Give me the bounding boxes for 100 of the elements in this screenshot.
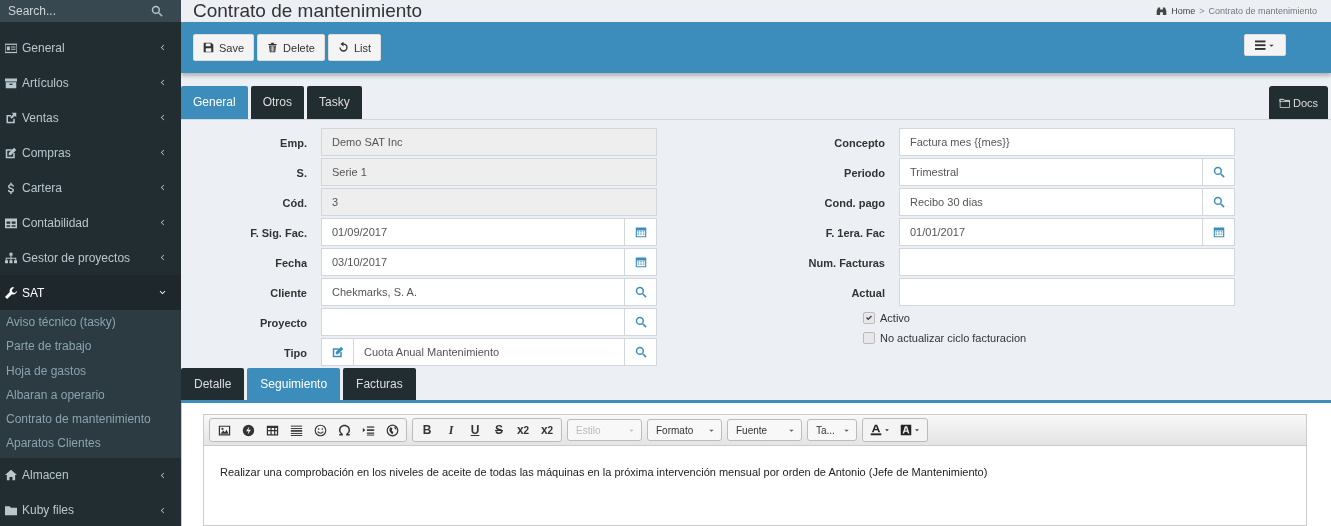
chevron-down-icon [158, 288, 167, 297]
tab[interactable]: Detalle [181, 368, 245, 400]
checkbox[interactable] [863, 332, 875, 344]
submenu-item[interactable]: Parte de trabajo [0, 334, 181, 359]
page-title: Contrato de mantenimiento [193, 0, 424, 22]
sidebar-item[interactable]: Cartera [0, 170, 181, 205]
menu-button[interactable] [1244, 34, 1286, 56]
edit-icon [5, 146, 17, 159]
submenu-item[interactable]: Albaran a operario [0, 382, 181, 408]
sidebar-item[interactable]: Contabilidad [0, 205, 181, 240]
horizontal-lines-icon [289, 423, 303, 437]
docs-button[interactable]: Docs [1268, 86, 1328, 119]
toolbar-button[interactable]: Delete [257, 34, 325, 61]
field-label: Cond. pago [823, 197, 885, 209]
tab[interactable]: Tasky [307, 86, 362, 119]
input-field[interactable] [321, 308, 625, 336]
image-icon [217, 423, 231, 437]
field-label: Num. Facturas [807, 257, 885, 269]
chevron-left-icon [158, 470, 167, 480]
submenu-item[interactable]: Aparatos Clientes [0, 431, 181, 456]
input-field[interactable]: 01/09/2017 [321, 218, 625, 246]
dropdown[interactable]: Fuente [727, 419, 802, 441]
submenu-item[interactable]: Hoja de gastos [0, 358, 181, 383]
input-field[interactable]: Chekmarks, S. A. [321, 278, 625, 306]
toolbar-button[interactable]: Save [193, 34, 255, 61]
readonly-field[interactable]: Demo SAT Inc [321, 128, 657, 156]
field-label: F. 1era. Fac [824, 227, 885, 239]
omega-icon [337, 423, 351, 437]
toolbar-button[interactable]: List [327, 34, 381, 61]
input-field[interactable] [899, 248, 1235, 276]
chevron-left-icon [158, 218, 167, 227]
check-icon [865, 314, 873, 322]
submenu-item[interactable]: Contrato de mantenimiento [0, 407, 181, 432]
archive-icon [5, 76, 17, 89]
table-icon [5, 216, 17, 229]
sidebar-item[interactable]: Artículos [0, 65, 181, 100]
format-button[interactable]: U [463, 420, 487, 440]
field-label: S. [295, 167, 307, 179]
format-button[interactable]: I [439, 420, 463, 440]
background-color-icon [900, 424, 912, 436]
input-field[interactable]: Recibo 30 dias [899, 188, 1203, 216]
wrench-icon [5, 286, 17, 299]
flash-icon [241, 423, 255, 437]
tab[interactable]: Otros [250, 86, 305, 119]
input-field[interactable]: 03/10/2017 [321, 248, 625, 276]
caret-icon [884, 427, 890, 433]
submenu-item[interactable]: Aviso técnico (tasky) [0, 310, 181, 335]
chevron-left-icon [158, 113, 167, 122]
chevron-left-icon [158, 78, 167, 87]
checkbox-label: No actualizar ciclo facturacion [880, 332, 1027, 344]
sidebar-item[interactable]: Kuby files [0, 492, 181, 526]
binoculars-icon [1156, 5, 1168, 17]
external-link-icon [5, 111, 17, 124]
sidebar-item[interactable]: Compras [0, 135, 181, 170]
chevron-left-icon [158, 43, 167, 52]
id-card-icon [5, 41, 17, 54]
sidebar-item[interactable]: SAT [0, 275, 181, 310]
indent-icon [361, 423, 375, 437]
field-label: Cód. [281, 197, 307, 209]
format-button[interactable]: S [487, 420, 511, 440]
edit-icon [331, 346, 344, 358]
breadcrumb-link[interactable]: Contrato de mantenimiento [1208, 6, 1317, 16]
sidebar-item[interactable]: General [0, 30, 181, 65]
sidebar-item[interactable]: Gestor de proyectos [0, 240, 181, 275]
sidebar-item[interactable]: Ventas [0, 100, 181, 135]
field-label: Actual [850, 287, 885, 299]
table-icon [265, 423, 279, 437]
readonly-field[interactable]: Serie 1 [321, 158, 657, 186]
menu-icon [1255, 39, 1267, 51]
search-icon [634, 316, 647, 328]
field-label: Fecha [274, 257, 307, 269]
field-label: Proyecto [258, 317, 307, 329]
input-field[interactable]: Trimestral [899, 158, 1203, 186]
format-button[interactable]: B [415, 420, 439, 440]
folder-icon [5, 504, 17, 517]
input-field[interactable]: Factura mes {{mes}} [899, 128, 1235, 156]
input-field[interactable]: Cuota Anual Mantenimiento [353, 338, 625, 366]
search-icon [1212, 196, 1225, 208]
sitemap-icon [5, 251, 17, 264]
breadcrumb-link[interactable]: Home [1171, 6, 1196, 16]
dropdown[interactable]: Ta... [807, 419, 857, 441]
dropdown[interactable]: Formato [647, 419, 722, 441]
input-field[interactable]: 01/01/2017 [899, 218, 1203, 246]
folder-icon [1278, 96, 1291, 109]
smiley-icon [313, 423, 327, 437]
tab[interactable]: Facturas [343, 368, 416, 400]
input-field[interactable] [899, 278, 1235, 306]
checkbox[interactable] [863, 312, 875, 324]
field-label: Tipo [283, 347, 307, 359]
search-field[interactable]: Search... [0, 0, 181, 22]
chevron-left-icon [158, 148, 167, 157]
chevron-left-icon [158, 505, 167, 515]
tab[interactable]: Seguimiento [247, 368, 341, 400]
tab[interactable]: General [181, 86, 248, 119]
sidebar-item[interactable]: Almacen [0, 457, 181, 493]
checkbox-label: Activo [880, 312, 910, 324]
readonly-field[interactable]: 3 [321, 188, 657, 216]
editor-text[interactable]: Realizar una comprobación en los niveles de aceite de todas las máquinas en la próxima intervención mensual por orden de Antonio (Jefe de Mantenimiento) [204, 446, 1306, 498]
home-icon [5, 469, 17, 482]
search-icon [634, 286, 647, 298]
